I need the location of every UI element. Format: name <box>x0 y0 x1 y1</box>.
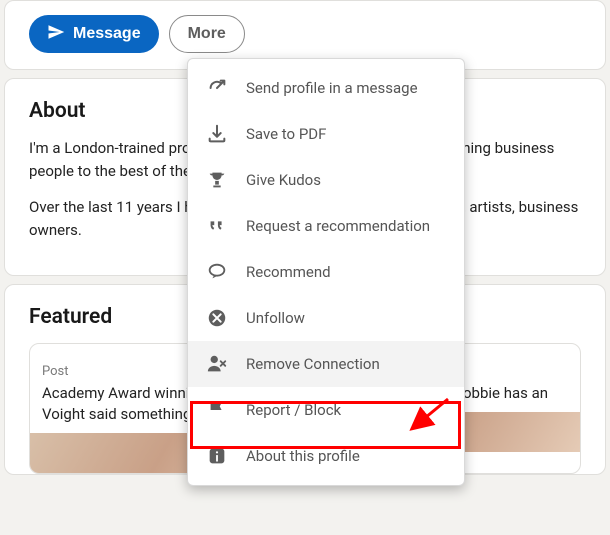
download-icon <box>206 123 228 145</box>
menu-item-give-kudos[interactable]: Give Kudos <box>188 157 464 203</box>
menu-item-label: Request a recommendation <box>246 217 430 235</box>
x-circle-icon <box>206 307 228 329</box>
quotes-icon <box>206 215 228 237</box>
more-button[interactable]: More <box>169 15 245 53</box>
message-button-label: Message <box>73 26 141 42</box>
menu-item-request-rec[interactable]: Request a recommendation <box>188 203 464 249</box>
flag-icon <box>206 399 228 421</box>
menu-item-label: Give Kudos <box>246 171 321 189</box>
share-arrow-icon <box>206 77 228 99</box>
info-icon <box>206 445 228 467</box>
send-icon <box>47 23 65 45</box>
menu-item-save-pdf[interactable]: Save to PDF <box>188 111 464 157</box>
menu-item-label: Remove Connection <box>246 355 380 373</box>
menu-item-label: Save to PDF <box>246 125 326 143</box>
menu-item-about-profile[interactable]: About this profile <box>188 433 464 479</box>
menu-item-send-profile[interactable]: Send profile in a message <box>188 65 464 111</box>
menu-item-remove-conn[interactable]: Remove Connection <box>188 341 464 387</box>
menu-item-recommend[interactable]: Recommend <box>188 249 464 295</box>
menu-item-label: Report / Block <box>246 401 341 419</box>
speech-icon <box>206 261 228 283</box>
menu-item-report-block[interactable]: Report / Block <box>188 387 464 433</box>
more-dropdown-menu: Send profile in a message Save to PDF Give… <box>187 58 465 486</box>
menu-item-label: Send profile in a message <box>246 79 418 97</box>
menu-item-label: Recommend <box>246 263 331 281</box>
message-button[interactable]: Message <box>29 15 159 53</box>
menu-item-label: About this profile <box>246 447 360 465</box>
menu-item-label: Unfollow <box>246 309 305 327</box>
more-button-label: More <box>188 26 226 42</box>
action-buttons-row: Message More <box>29 15 581 53</box>
menu-item-unfollow[interactable]: Unfollow <box>188 295 464 341</box>
person-x-icon <box>206 353 228 375</box>
trophy-icon <box>206 169 228 191</box>
